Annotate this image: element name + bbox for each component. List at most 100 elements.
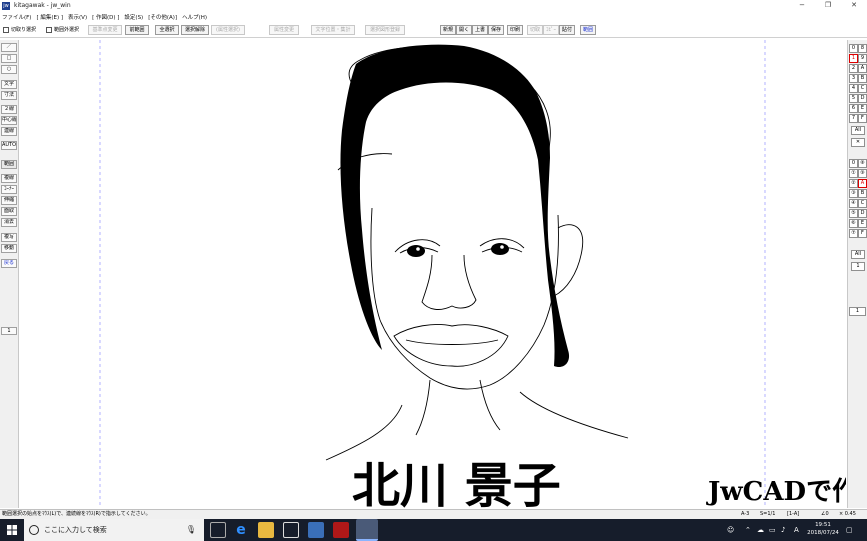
layer-0[interactable]: 0 xyxy=(849,159,858,168)
menu-help[interactable]: ヘルプ(H) xyxy=(182,13,207,21)
layer-c[interactable]: C xyxy=(858,199,867,208)
double-line-tool[interactable]: ２線 xyxy=(1,105,17,114)
cut-select-checkbox[interactable]: 切取り選択 xyxy=(3,26,36,33)
layer-d[interactable]: D xyxy=(858,209,867,218)
microphone-icon[interactable]: 🎙 xyxy=(186,519,196,541)
layer-1[interactable]: ① xyxy=(849,169,858,178)
maximize-button[interactable]: ❐ xyxy=(815,0,841,11)
attr-change-button[interactable]: 属性変更 xyxy=(269,25,299,35)
line-tool[interactable]: ／ xyxy=(1,43,17,52)
select-save-button[interactable]: 選択図形登録 xyxy=(365,25,405,35)
parallel-tool[interactable]: 複線 xyxy=(1,174,17,183)
new-button[interactable]: 新規 xyxy=(440,25,456,35)
undo-tool[interactable]: 戻る xyxy=(1,259,17,268)
dimension-tool[interactable]: 寸法 xyxy=(1,91,17,100)
move-tool[interactable]: 移動 xyxy=(1,244,17,253)
minimize-button[interactable]: − xyxy=(789,0,815,11)
layer-group-6[interactable]: 6 xyxy=(849,104,858,113)
layer-group-d[interactable]: D xyxy=(858,94,867,103)
layer-b[interactable]: B xyxy=(858,189,867,198)
layer-group-0[interactable]: 0 xyxy=(849,44,858,53)
close-button[interactable]: ✕ xyxy=(841,0,867,11)
menu-view[interactable]: 表示(V) xyxy=(68,13,87,21)
task-view-icon[interactable] xyxy=(210,522,226,538)
circle-tool[interactable]: ○ xyxy=(1,65,17,74)
app-icon-red[interactable] xyxy=(333,522,349,538)
edge-browser-icon[interactable]: e xyxy=(233,522,249,538)
deselect-button[interactable]: 選択解除 xyxy=(181,25,209,35)
ime-indicator[interactable]: A xyxy=(794,519,799,541)
text-position-button[interactable]: 文字位置・集計 xyxy=(311,25,355,35)
menu-file[interactable]: ファイル(F) xyxy=(2,13,31,21)
layer-f[interactable]: F xyxy=(858,229,867,238)
layer-group-c[interactable]: C xyxy=(858,84,867,93)
layer-group-4[interactable]: 4 xyxy=(849,84,858,93)
center-line-tool[interactable]: 中心線 xyxy=(1,116,17,125)
layer-group-all-button[interactable]: All xyxy=(851,126,865,135)
layer-9[interactable]: ⑨ xyxy=(858,169,867,178)
layer-group-2[interactable]: 2 xyxy=(849,64,858,73)
menu-settings[interactable]: 設定(S) xyxy=(124,13,143,21)
layer-group-b[interactable]: B xyxy=(858,74,867,83)
layer-7[interactable]: ⑦ xyxy=(849,229,858,238)
layer-group-7[interactable]: 7 xyxy=(849,114,858,123)
layer-number-button[interactable]: 1 xyxy=(851,262,865,271)
layer-group-a[interactable]: A xyxy=(858,64,867,73)
layer-e[interactable]: E xyxy=(858,219,867,228)
layer-indicator[interactable]: [1-A] xyxy=(787,510,799,519)
menu-other[interactable]: [その他(A)] xyxy=(148,13,177,21)
copy-button[interactable]: ｺﾋﾟｰ xyxy=(543,25,559,35)
menu-draw[interactable]: [ 作図(D) ] xyxy=(92,13,119,21)
layer-group-5[interactable]: 5 xyxy=(849,94,858,103)
layer-group-3[interactable]: 3 xyxy=(849,74,858,83)
start-button[interactable] xyxy=(0,519,24,541)
store-icon[interactable] xyxy=(308,522,324,538)
overwrite-button[interactable]: 上書 xyxy=(472,25,488,35)
zoom-indicator[interactable]: × 0.45 xyxy=(839,510,856,519)
paste-button[interactable]: 貼付 xyxy=(559,25,575,35)
angle-indicator[interactable]: ∠0 xyxy=(821,510,829,519)
jw-cad-taskbar-icon[interactable] xyxy=(356,519,378,541)
prev-range-button[interactable]: 前範囲 xyxy=(125,25,149,35)
layer-2[interactable]: ② xyxy=(849,179,858,188)
layer-3[interactable]: ③ xyxy=(849,189,858,198)
outside-select-checkbox[interactable]: 範囲外選択 xyxy=(46,26,79,33)
stretch-tool[interactable]: 伸縮 xyxy=(1,196,17,205)
range-button[interactable]: 範囲 xyxy=(580,25,596,35)
paper-size[interactable]: A-3 xyxy=(741,510,749,519)
layer-4[interactable]: ④ xyxy=(849,199,858,208)
taskbar-search-box[interactable]: ここに入力して検索 🎙 xyxy=(24,519,204,541)
network-icon[interactable]: ▭ xyxy=(769,519,776,541)
layer-group-8[interactable]: 8 xyxy=(858,44,867,53)
cut-button[interactable]: 切取 xyxy=(527,25,543,35)
layer-group-close-icon[interactable]: ✕ xyxy=(851,138,865,147)
connect-line-tool[interactable]: 連線 xyxy=(1,127,17,136)
text-tool[interactable]: 文字 xyxy=(1,80,17,89)
layer-a[interactable]: A xyxy=(858,179,867,188)
print-button[interactable]: 印刷 xyxy=(507,25,523,35)
auto-tool[interactable]: AUTO xyxy=(1,141,17,150)
drawing-canvas[interactable]: 北川 景子 JwCADで作図 xyxy=(20,40,846,508)
range-tool[interactable]: 範囲 xyxy=(1,160,17,169)
select-all-button[interactable]: 全選択 xyxy=(155,25,179,35)
onedrive-icon[interactable]: ☁ xyxy=(757,519,764,541)
open-button[interactable]: 開く xyxy=(456,25,472,35)
right-layer-indicator[interactable]: 1 xyxy=(849,307,866,316)
taskbar-clock[interactable]: 19:51 2018/07/24 xyxy=(806,521,840,537)
erase-tool[interactable]: 消去 xyxy=(1,218,17,227)
base-change-button[interactable]: 基準点変更 xyxy=(88,25,122,35)
layer-5[interactable]: ⑤ xyxy=(849,209,858,218)
menu-edit[interactable]: [ 編集(E) ] xyxy=(36,13,63,21)
layer-8[interactable]: ⑧ xyxy=(858,159,867,168)
rectangle-tool[interactable]: □ xyxy=(1,54,17,63)
file-explorer-icon[interactable] xyxy=(258,522,274,538)
layer-group-1[interactable]: 1 xyxy=(849,54,858,63)
layer-group-e[interactable]: E xyxy=(858,104,867,113)
layer-group-f[interactable]: F xyxy=(858,114,867,123)
left-layer-indicator[interactable]: 1 xyxy=(1,327,17,335)
copy-tool[interactable]: 複写 xyxy=(1,233,17,242)
layer-group-9[interactable]: 9 xyxy=(858,54,867,63)
tray-overflow-icon[interactable]: ⌃ xyxy=(745,519,751,541)
layer-6[interactable]: ⑥ xyxy=(849,219,858,228)
notification-icon[interactable]: ▢ xyxy=(846,519,853,541)
